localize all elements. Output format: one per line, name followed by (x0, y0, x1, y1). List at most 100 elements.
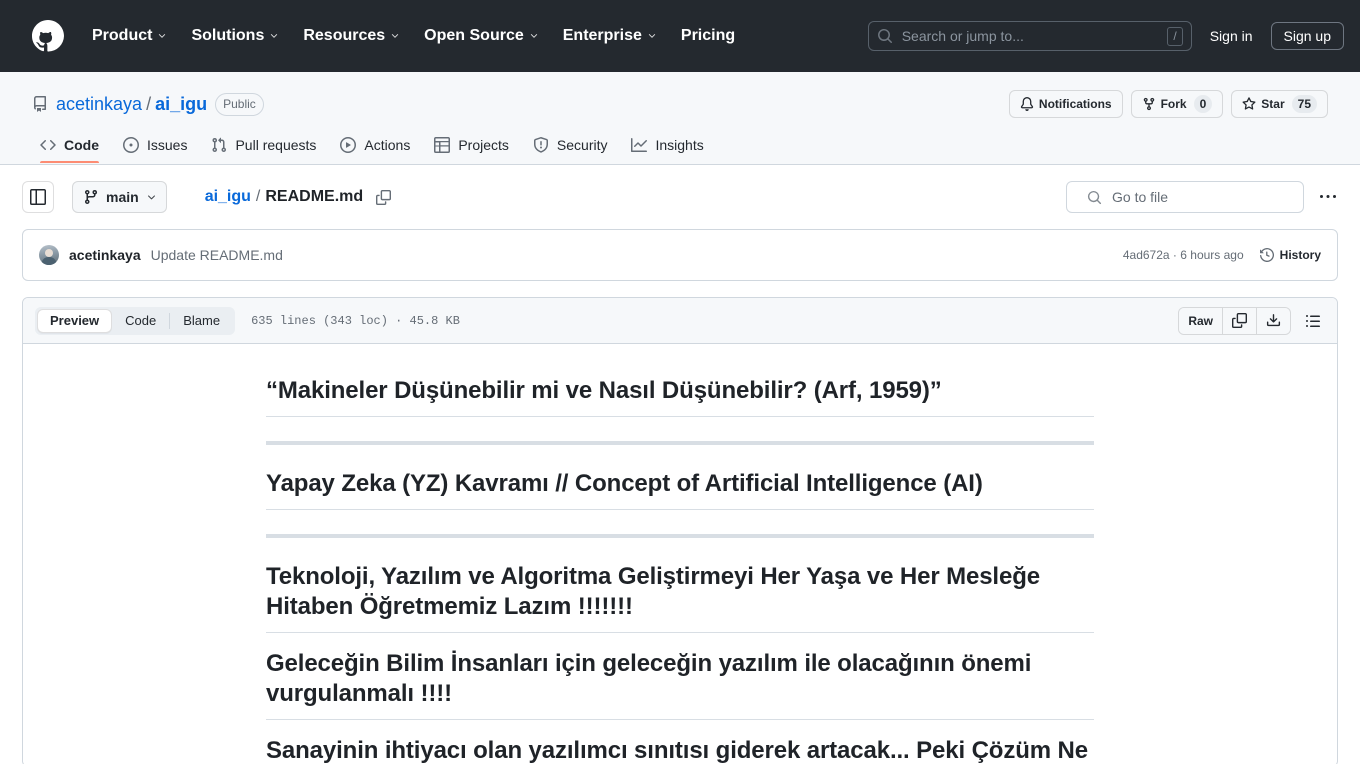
markdown-divider (266, 441, 1094, 445)
search-placeholder: Search or jump to... (901, 28, 1024, 44)
repository-path: acetinkaya / ai_igu (56, 94, 207, 115)
repo-tab-actions[interactable]: Actions (332, 130, 418, 164)
repo-tab-pull-requests[interactable]: Pull requests (203, 130, 324, 164)
outline-button[interactable] (1299, 307, 1327, 335)
commit-message-link[interactable]: Update README.md (151, 247, 283, 263)
global-nav-item-pricing[interactable]: Pricing (669, 21, 747, 51)
commit-history-link[interactable]: History (1259, 247, 1321, 263)
git-pull-request-icon (211, 137, 227, 153)
sign-up-button[interactable]: Sign up (1270, 22, 1344, 50)
list-unordered-icon (1305, 313, 1321, 329)
chevron-down-icon (647, 31, 657, 41)
readme-panel: Preview Code Blame 635 lines (343 loc) ·… (22, 297, 1338, 764)
global-nav-label: Resources (303, 27, 386, 44)
fork-count: 0 (1193, 95, 1213, 113)
breadcrumb-current-file: README.md (265, 188, 364, 205)
markdown-heading: Yapay Zeka (YZ) Kavramı // Concept of Ar… (266, 469, 1094, 510)
global-header: Product Solutions Resources Open Source … (0, 0, 1360, 72)
search-icon (1087, 190, 1102, 205)
repo-path-separator: / (146, 93, 152, 114)
markdown-heading: Sanayinin ihtiyacı olan yazılımcı sınıtı… (266, 736, 1094, 764)
copy-icon (1232, 313, 1247, 328)
latest-commit-panel: acetinkaya Update README.md 4ad672a · 6 … (22, 229, 1338, 281)
commit-meta-group: 4ad672a · 6 hours ago History (1123, 247, 1321, 263)
repo-tab-label: Insights (655, 137, 704, 153)
commit-sha[interactable]: 4ad672a (1123, 248, 1170, 262)
fork-icon (1142, 97, 1156, 111)
repo-tab-projects[interactable]: Projects (426, 130, 517, 164)
search-input[interactable]: Search or jump to... / (867, 21, 1192, 51)
notifications-button[interactable]: Notifications (1008, 90, 1123, 118)
repo-tab-label: Projects (458, 137, 509, 153)
file-action-button-group: Raw (1178, 306, 1291, 335)
tab-blame[interactable]: Blame (170, 309, 233, 333)
shield-icon (533, 137, 549, 153)
global-nav-label: Pricing (680, 27, 736, 44)
markdown-body: “Makineler Düşünebilir mi ve Nasıl Düşün… (164, 376, 1196, 764)
chevron-down-icon (390, 31, 400, 41)
github-mark-icon[interactable] (32, 20, 64, 52)
table-icon (434, 137, 451, 153)
readme-rendered-content: “Makineler Düşünebilir mi ve Nasıl Düşün… (23, 344, 1337, 764)
repo-tab-issues[interactable]: Issues (115, 130, 195, 164)
repo-tab-label: Actions (364, 137, 411, 153)
readme-toolbar-right: Raw (1178, 306, 1327, 335)
history-label: History (1279, 248, 1321, 262)
code-icon (40, 137, 56, 153)
repo-tab-label: Issues (147, 137, 188, 153)
tab-preview[interactable]: Preview (37, 308, 113, 333)
global-nav-item-solutions[interactable]: Solutions (179, 21, 291, 51)
play-icon (340, 137, 357, 153)
search-icon (877, 28, 893, 44)
git-branch-icon (83, 189, 99, 205)
markdown-heading: Geleceğin Bilim İnsanları için geleceğin… (266, 649, 1094, 720)
breadcrumb-separator: / (255, 188, 261, 205)
copy-raw-button[interactable] (1223, 307, 1257, 334)
visibility-badge: Public (215, 92, 264, 116)
fork-button[interactable]: Fork 0 (1130, 90, 1224, 118)
repo-tab-code[interactable]: Code (32, 130, 107, 164)
branch-selector-button[interactable]: main (72, 181, 167, 213)
main-content: acetinkaya Update README.md 4ad672a · 6 … (0, 229, 1360, 764)
repo-owner-link[interactable]: acetinkaya (56, 94, 142, 115)
download-icon (1266, 313, 1281, 328)
kebab-horizontal-icon[interactable] (1312, 181, 1344, 213)
repo-tab-label: Security (556, 137, 608, 153)
copy-icon[interactable] (373, 187, 393, 207)
sidebar-expand-icon[interactable] (22, 181, 54, 213)
commit-sha-and-time: 4ad672a · 6 hours ago (1123, 248, 1244, 262)
global-nav-item-resources[interactable]: Resources (291, 21, 412, 51)
global-nav-label: Product (92, 27, 153, 44)
go-to-file-placeholder: Go to file (1112, 189, 1169, 205)
download-button[interactable] (1257, 307, 1290, 334)
raw-button[interactable]: Raw (1179, 307, 1223, 334)
repo-tab-security[interactable]: Security (525, 130, 616, 164)
repository-title-row: acetinkaya / ai_igu Public Notifications… (32, 88, 1328, 120)
file-meta-text: 635 lines (343 loc) · 45.8 KB (251, 313, 460, 328)
fork-label: Fork (1160, 97, 1187, 111)
global-nav-item-product[interactable]: Product (80, 21, 179, 51)
repository-header: acetinkaya / ai_igu Public Notifications… (0, 72, 1360, 165)
global-nav-item-open-source[interactable]: Open Source (412, 21, 551, 51)
repo-name-link[interactable]: ai_igu (155, 94, 207, 115)
chevron-down-icon (529, 31, 539, 41)
notifications-label: Notifications (1038, 97, 1112, 111)
sign-in-link[interactable]: Sign in (1208, 24, 1255, 48)
breadcrumb: ai_igu / README.md (205, 187, 393, 207)
repo-tab-insights[interactable]: Insights (623, 130, 711, 164)
bell-icon (1020, 97, 1034, 111)
markdown-heading: Teknoloji, Yazılım ve Algoritma Geliştir… (266, 562, 1094, 633)
go-to-file-input[interactable]: Go to file (1066, 181, 1304, 213)
star-button[interactable]: Star 75 (1231, 90, 1328, 118)
global-nav-item-enterprise[interactable]: Enterprise (551, 21, 669, 51)
breadcrumb-repo-link[interactable]: ai_igu (205, 188, 251, 206)
avatar[interactable] (39, 245, 59, 265)
history-icon (1259, 247, 1274, 263)
issue-opened-icon (123, 137, 139, 153)
global-nav-label: Solutions (191, 27, 265, 44)
chevron-down-icon (269, 31, 279, 41)
chevron-down-icon (146, 192, 156, 202)
tab-code[interactable]: Code (112, 309, 169, 333)
commit-author-link[interactable]: acetinkaya (69, 247, 141, 263)
markdown-heading: “Makineler Düşünebilir mi ve Nasıl Düşün… (266, 376, 1094, 417)
